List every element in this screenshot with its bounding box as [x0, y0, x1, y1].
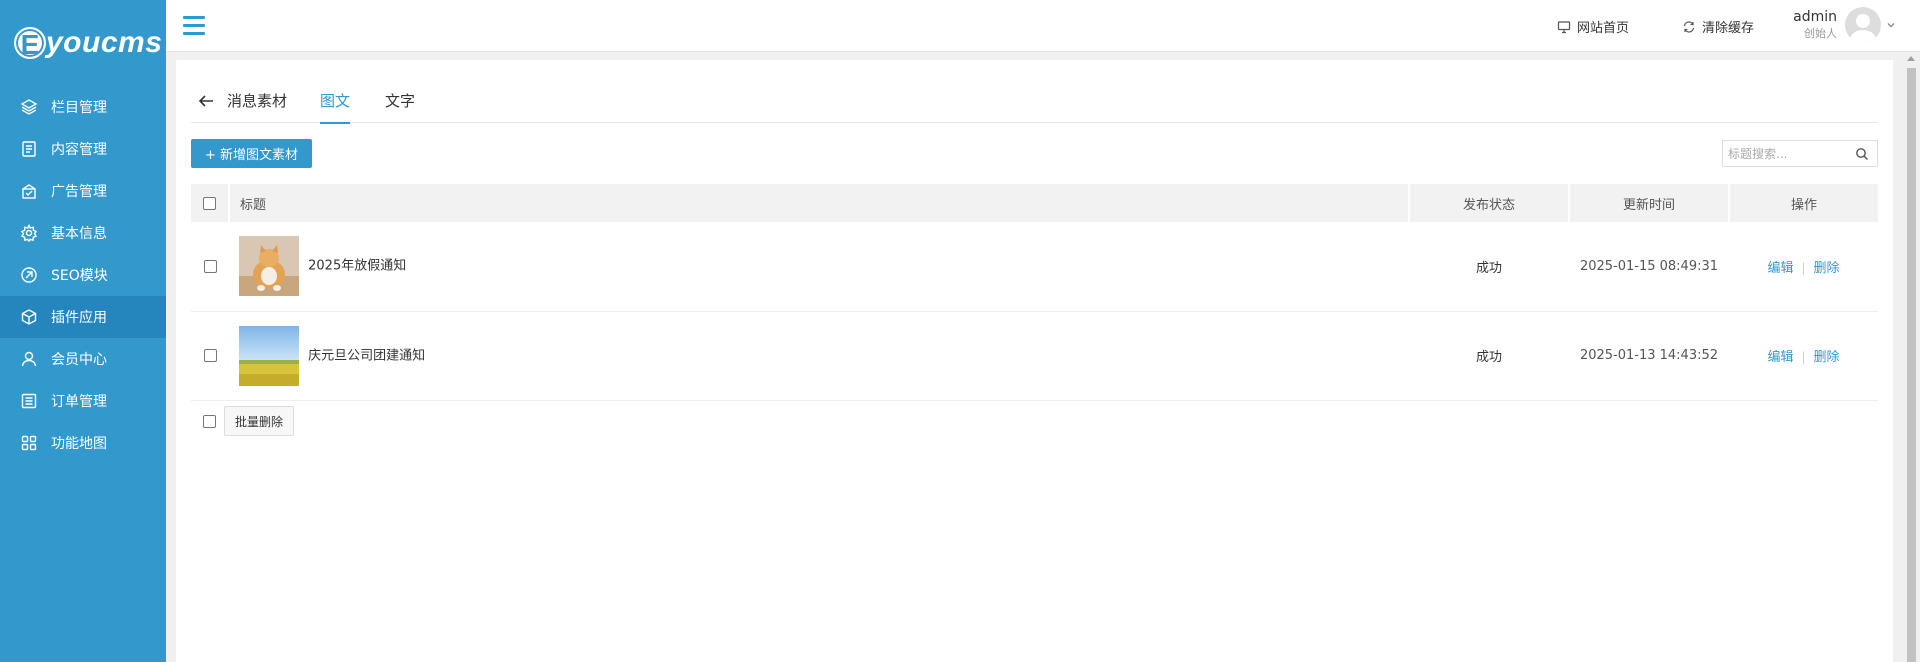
search-input[interactable] [1723, 141, 1853, 166]
action-separator: | [1801, 260, 1806, 275]
sidebar-item-seo[interactable]: SEO模块 [0, 254, 166, 296]
ad-icon [22, 184, 36, 199]
user-role: 创始人 [1804, 27, 1837, 40]
sidebar-item-label: 功能地图 [51, 436, 107, 452]
clear-cache-link[interactable]: 清除缓存 [1682, 17, 1754, 36]
search-box [1722, 140, 1878, 167]
document-icon [22, 141, 36, 157]
grid-icon [21, 435, 37, 451]
select-all-checkbox[interactable] [203, 196, 216, 210]
sidebar: E youcms 栏目管理 内容管理 广告管理 基本信息 SEO模块 插件应用 … [0, 0, 166, 662]
sidebar-item-basic-info[interactable]: 基本信息 [0, 212, 166, 254]
row-updated-time: 2025-01-15 08:49:31 [1579, 258, 1719, 274]
batch-select-checkbox[interactable] [203, 414, 216, 428]
search-icon[interactable] [1855, 147, 1869, 161]
sidebar-item-plugins[interactable]: 插件应用 [0, 296, 166, 338]
material-table: 标题 发布状态 更新时间 操作 2025年放假通知 成功 2025-01-15 … [191, 184, 1878, 401]
sidebar-item-label: 内容管理 [51, 142, 107, 158]
table-header-row: 标题 发布状态 更新时间 操作 [191, 184, 1878, 222]
table-row: 2025年放假通知 成功 2025-01-15 08:49:31 编辑 | 删除 [191, 222, 1878, 311]
top-header: 网站首页 清除缓存 admin 创始人 [166, 0, 1920, 52]
sidebar-item-column-management[interactable]: 栏目管理 [0, 86, 166, 128]
column-header-title: 标题 [229, 184, 1410, 222]
layers-icon [20, 99, 38, 115]
sidebar-item-label: 订单管理 [51, 394, 107, 410]
sidebar-item-label: 广告管理 [51, 184, 107, 200]
delete-link[interactable]: 删除 [1814, 350, 1840, 365]
page-scrollbar[interactable] [1903, 52, 1920, 662]
sidebar-item-content-management[interactable]: 内容管理 [0, 128, 166, 170]
user-menu[interactable]: admin 创始人 [1793, 7, 1896, 43]
tab-text[interactable]: 文字 [385, 90, 415, 122]
row-checkbox[interactable] [203, 349, 217, 362]
chevron-down-icon[interactable] [1886, 20, 1896, 30]
edit-link[interactable]: 编辑 [1767, 261, 1793, 276]
column-header-updated: 更新时间 [1569, 184, 1730, 222]
edit-link[interactable]: 编辑 [1767, 350, 1793, 365]
sidebar-item-label: 栏目管理 [51, 100, 107, 116]
logo[interactable]: E youcms [0, 0, 166, 86]
add-image-text-button[interactable]: + 新增图文素材 [191, 139, 313, 168]
clear-cache-label: 清除缓存 [1702, 21, 1755, 36]
action-separator: | [1801, 350, 1806, 364]
sidebar-item-ad-management[interactable]: 广告管理 [0, 170, 166, 212]
row-title[interactable]: 庆元旦公司团建通知 [308, 348, 425, 363]
site-home-label: 网站首页 [1577, 21, 1630, 36]
row-updated-time: 2025-01-13 14:43:52 [1579, 348, 1719, 363]
row-status: 成功 [1475, 350, 1502, 365]
sidebar-item-feature-map[interactable]: 功能地图 [0, 422, 166, 464]
main-panel: 消息素材 图文 文字 + 新增图文素材 标题 发布状态 更新时间 操作 [176, 60, 1893, 662]
sidebar-item-label: 会员中心 [51, 352, 107, 368]
gear-icon [20, 224, 38, 242]
scroll-up-arrow-icon[interactable] [1907, 56, 1915, 61]
tab-image-text[interactable]: 图文 [320, 90, 351, 124]
row-status: 成功 [1475, 260, 1502, 276]
table-row: 庆元旦公司团建通知 成功 2025-01-13 14:43:52 编辑 | 删除 [191, 311, 1878, 400]
row-checkbox[interactable] [203, 259, 217, 273]
site-home-link[interactable]: 网站首页 [1557, 17, 1629, 36]
thumbnail-cat-image[interactable] [239, 236, 299, 297]
thumbnail-field-image[interactable] [239, 325, 299, 386]
tab-bar: 消息素材 图文 文字 [191, 60, 1878, 124]
column-header-status: 发布状态 [1409, 184, 1570, 222]
logo-mark: E [14, 27, 46, 60]
sidebar-item-label: 插件应用 [51, 310, 107, 326]
scroll-thumb[interactable] [1907, 68, 1916, 662]
row-title[interactable]: 2025年放假通知 [308, 259, 406, 274]
sidebar-item-label: SEO模块 [51, 268, 108, 284]
menu-toggle-icon[interactable] [183, 16, 205, 36]
batch-actions: 批量删除 [191, 406, 295, 436]
back-arrow-icon[interactable] [197, 93, 215, 109]
sidebar-item-member-center[interactable]: 会员中心 [0, 338, 166, 380]
section-title: 消息素材 [227, 92, 288, 110]
user-icon [21, 351, 37, 367]
seo-icon [21, 267, 37, 283]
user-name: admin [1793, 9, 1837, 25]
delete-link[interactable]: 删除 [1814, 261, 1840, 276]
batch-delete-button[interactable]: 批量删除 [224, 406, 295, 436]
sidebar-item-order-management[interactable]: 订单管理 [0, 380, 166, 422]
sidebar-item-label: 基本信息 [51, 226, 107, 242]
column-header-actions: 操作 [1790, 197, 1817, 213]
cube-icon [21, 309, 37, 325]
list-icon [21, 393, 37, 409]
refresh-icon [1683, 20, 1695, 33]
avatar[interactable] [1845, 7, 1881, 43]
monitor-icon [1557, 20, 1571, 33]
logo-text: youcms [46, 26, 163, 59]
